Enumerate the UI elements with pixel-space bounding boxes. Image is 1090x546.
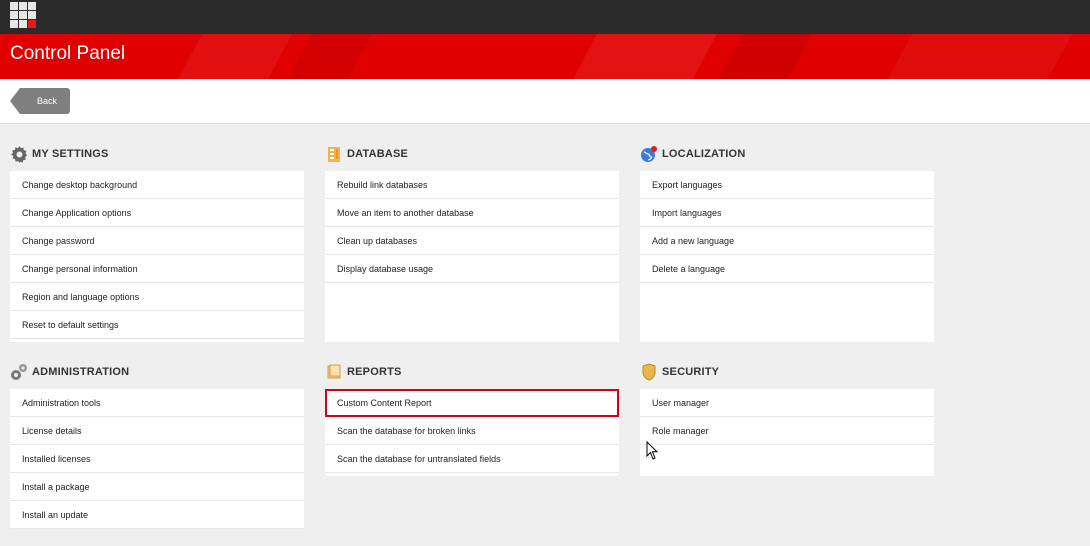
- section-title: ADMINISTRATION: [32, 366, 130, 378]
- list-item[interactable]: License details: [10, 417, 304, 445]
- database-icon: [325, 145, 343, 163]
- list-item[interactable]: Export languages: [640, 171, 934, 199]
- list-item[interactable]: Display database usage: [325, 255, 619, 283]
- list-item[interactable]: Role manager: [640, 417, 934, 445]
- report-icon: [325, 363, 343, 381]
- page-header: Control Panel: [0, 34, 1090, 79]
- list-item[interactable]: Installed licenses: [10, 445, 304, 473]
- section-security: SECURITY User manager Role manager: [640, 360, 934, 476]
- localization-panel: Export languages Import languages Add a …: [640, 171, 934, 342]
- list-item[interactable]: Clean up databases: [325, 227, 619, 255]
- list-item[interactable]: Rebuild link databases: [325, 171, 619, 199]
- list-item[interactable]: Change desktop background: [10, 171, 304, 199]
- gears-icon: [10, 363, 28, 381]
- top-bar: [0, 0, 1090, 34]
- reports-panel: Custom Content Report Scan the database …: [325, 389, 619, 476]
- list-item[interactable]: Add a new language: [640, 227, 934, 255]
- page-title: Control Panel: [10, 43, 126, 64]
- list-item[interactable]: Region and language options: [10, 283, 304, 311]
- list-item[interactable]: Change Application options: [10, 199, 304, 227]
- back-button[interactable]: Back: [10, 88, 70, 114]
- custom-content-report-link[interactable]: Custom Content Report: [325, 389, 619, 417]
- database-panel: Rebuild link databases Move an item to a…: [325, 171, 619, 342]
- globe-icon: [640, 145, 658, 163]
- section-localization: LOCALIZATION Export languages Import lan…: [640, 142, 934, 342]
- section-database: DATABASE Rebuild link databases Move an …: [325, 142, 619, 342]
- list-item[interactable]: Install an update: [10, 501, 304, 529]
- list-item[interactable]: Reset to default settings: [10, 311, 304, 339]
- section-title: DATABASE: [347, 148, 409, 160]
- security-panel: User manager Role manager: [640, 389, 934, 476]
- section-administration: ADMINISTRATION Administration tools Lice…: [10, 360, 304, 529]
- section-title: REPORTS: [347, 366, 402, 378]
- section-reports: REPORTS Custom Content Report Scan the d…: [325, 360, 619, 476]
- mouse-cursor-icon: [646, 441, 659, 460]
- list-item[interactable]: Change personal information: [10, 255, 304, 283]
- list-item[interactable]: Delete a language: [640, 255, 934, 283]
- list-item[interactable]: Scan the database for broken links: [325, 417, 619, 445]
- list-item[interactable]: User manager: [640, 389, 934, 417]
- list-item[interactable]: Administration tools: [10, 389, 304, 417]
- toolbar: Back: [0, 79, 1090, 124]
- list-item[interactable]: Scan the database for untranslated field…: [325, 445, 619, 473]
- list-item[interactable]: Move an item to another database: [325, 199, 619, 227]
- section-title: LOCALIZATION: [662, 148, 746, 160]
- list-item[interactable]: Install a package: [10, 473, 304, 501]
- section-title: MY SETTINGS: [32, 148, 109, 160]
- shield-icon: [640, 363, 658, 381]
- gear-icon: [10, 145, 28, 163]
- section-my-settings: MY SETTINGS Change desktop background Ch…: [10, 142, 304, 342]
- section-title: SECURITY: [662, 366, 720, 378]
- list-item[interactable]: Import languages: [640, 199, 934, 227]
- app-launcher-icon[interactable]: [10, 2, 36, 28]
- administration-panel: Administration tools License details Ins…: [10, 389, 304, 529]
- list-item[interactable]: Change password: [10, 227, 304, 255]
- settings-panel: Change desktop background Change Applica…: [10, 171, 304, 342]
